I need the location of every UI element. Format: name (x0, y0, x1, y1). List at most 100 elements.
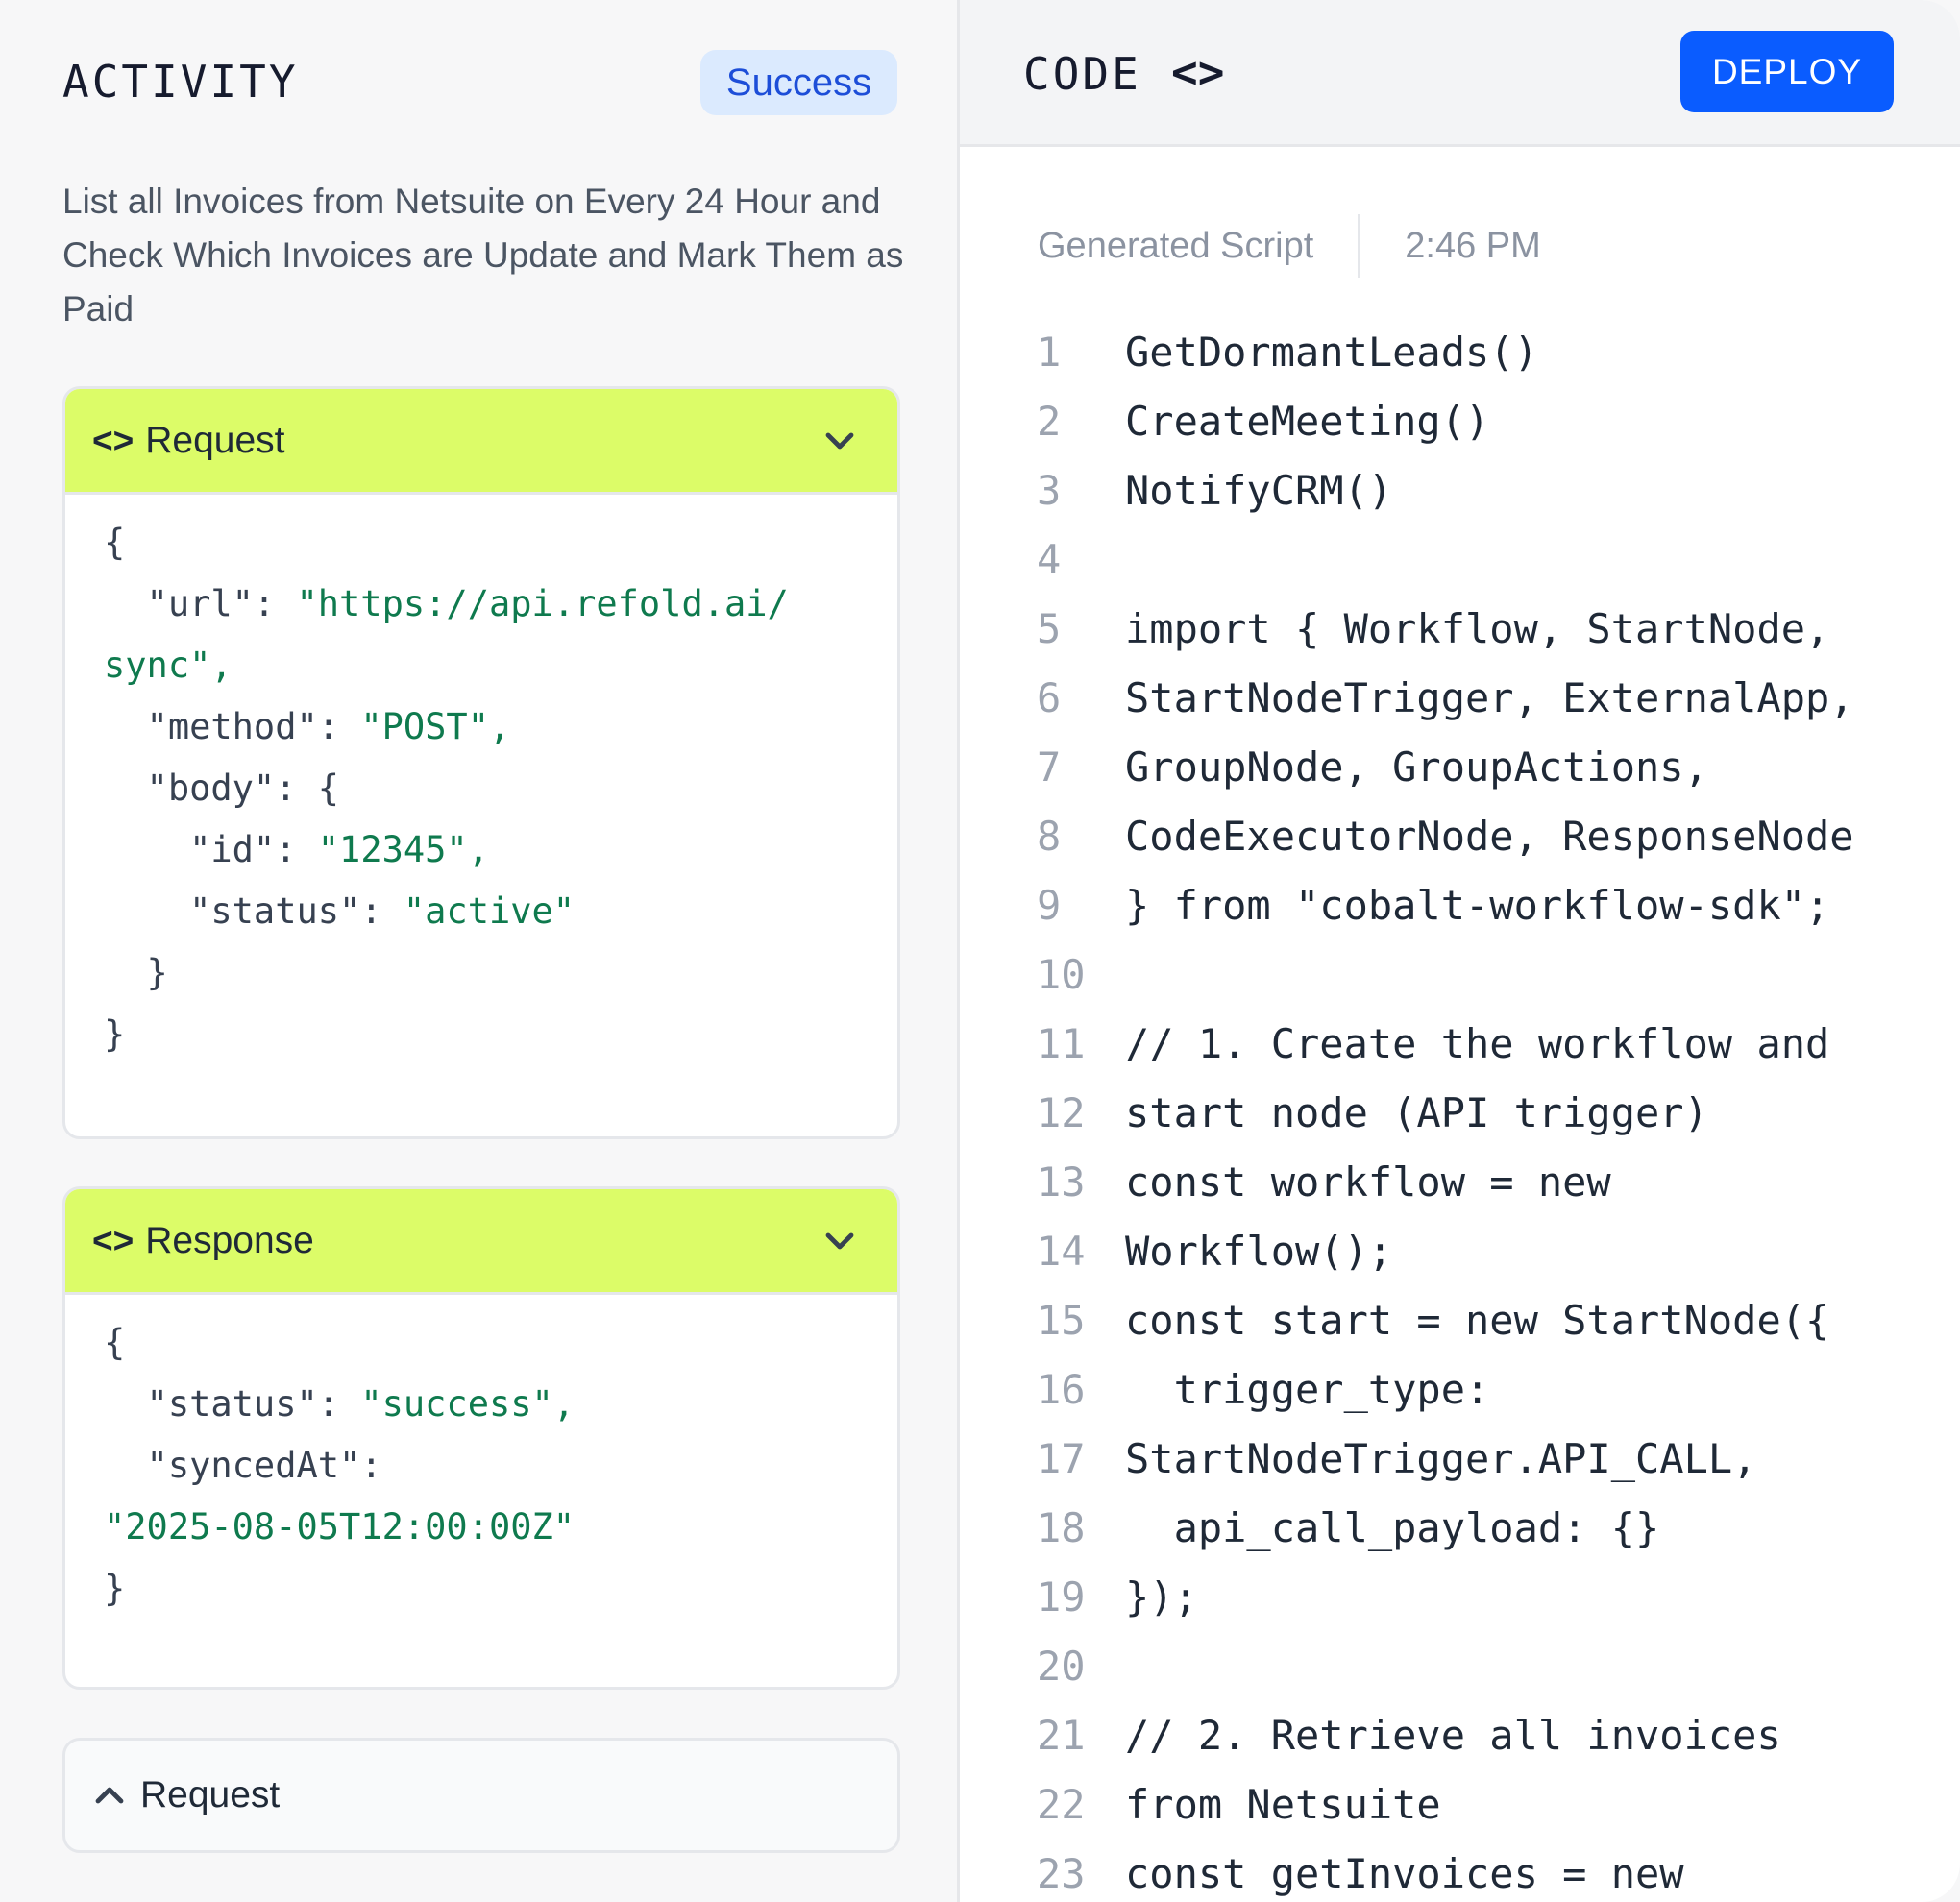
request-card: <> Request { "url": "https://api.refold.… (62, 386, 900, 1139)
code-line: 19}); (1037, 1562, 1854, 1631)
line-content: import { Workflow, StartNode, (1125, 604, 1830, 652)
app-window: ACTIVITY Success List all Invoices from … (0, 0, 1960, 1902)
line-number: 23 (1037, 1849, 1086, 1897)
line-number: 7 (1037, 743, 1062, 791)
code-line: 15 const start = new StartNode({ (1037, 1285, 1854, 1354)
code-line: { (104, 512, 897, 573)
code-panel-header: CODE <> DEPLOY (960, 0, 1960, 147)
code-line: 8 CodeExecutorNode, ResponseNode (1037, 801, 1854, 870)
chevron-down-icon[interactable] (822, 1224, 857, 1258)
code-text: } (104, 1013, 126, 1055)
response-card-header[interactable]: <> Response (65, 1189, 897, 1295)
code-string: "12345", (317, 829, 489, 870)
script-meta: Generated Script 2:46 PM (1038, 214, 1541, 278)
line-number: 2 (1037, 397, 1062, 445)
code-text: "url": (104, 583, 297, 624)
collapsed-request-header[interactable]: Request (65, 1741, 897, 1850)
code-line: "method": "POST", (104, 696, 897, 758)
line-content: Workflow(); (1125, 1227, 1393, 1275)
response-code-body: { "status": "success", "syncedAt": "2025-… (65, 1295, 897, 1620)
line-number: 4 (1037, 535, 1062, 583)
line-content: StartNodeTrigger.API_CALL, (1125, 1434, 1757, 1482)
code-text: } (104, 952, 168, 993)
line-content: // 1. Create the workflow and (1125, 1019, 1830, 1067)
line-content: trigger_type: (1125, 1365, 1490, 1413)
code-text: { (104, 1322, 126, 1363)
line-number: 21 (1037, 1711, 1086, 1759)
code-string: "POST", (360, 706, 511, 747)
code-line: 23 const getInvoices = new (1037, 1839, 1854, 1902)
code-line: sync", (104, 635, 897, 696)
code-text: "body": { (104, 768, 340, 809)
code-line: "status": "active" (104, 881, 897, 942)
line-number: 3 (1037, 466, 1062, 514)
line-number: 1 (1037, 328, 1062, 376)
code-text: "status": (104, 1383, 361, 1425)
line-number: 22 (1037, 1780, 1086, 1828)
request-card-header[interactable]: <> Request (65, 389, 897, 495)
line-number: 17 (1037, 1434, 1086, 1482)
line-content: start node (API trigger) (1125, 1088, 1708, 1136)
code-line: 5 import { Workflow, StartNode, (1037, 594, 1854, 663)
code-line: 16 trigger_type: (1037, 1354, 1854, 1424)
code-text: "method": (104, 706, 361, 747)
code-line: 1 GetDormantLeads() (1037, 317, 1854, 386)
chevron-up-icon (95, 1787, 124, 1804)
line-content: const getInvoices = new (1125, 1849, 1684, 1897)
code-string: "2025-08-05T12:00:00Z" (104, 1506, 576, 1548)
code-editor[interactable]: 1 GetDormantLeads() 2 CreateMeeting() 3 Notif… (1037, 317, 1854, 1902)
line-content: StartNodeTrigger, ExternalApp, (1125, 673, 1854, 721)
code-string: "active" (403, 890, 576, 932)
code-line: 20 (1037, 1631, 1854, 1700)
activity-description: List all Invoices from Netsuite on Every… (62, 182, 904, 329)
code-line: "syncedAt": (104, 1435, 897, 1497)
chevron-down-icon[interactable] (822, 424, 857, 458)
line-content: NotifyCRM() (1125, 466, 1393, 514)
line-content: const workflow = new (1125, 1158, 1611, 1206)
code-string: sync", (104, 645, 233, 686)
code-line: 2 CreateMeeting() (1037, 386, 1854, 455)
code-line: } (104, 1558, 897, 1620)
code-line: 14 Workflow(); (1037, 1216, 1854, 1285)
code-line: "2025-08-05T12:00:00Z" (104, 1497, 897, 1558)
response-card: <> Response { "status": "success", "sync… (62, 1186, 900, 1690)
code-brackets-icon: <> (1171, 46, 1225, 98)
line-number: 10 (1037, 950, 1086, 998)
code-line: "url": "https://api.refold.ai/ (104, 573, 897, 635)
code-line: "status": "success", (104, 1374, 897, 1435)
script-time: 2:46 PM (1405, 225, 1541, 266)
code-text: } (104, 1568, 126, 1609)
request-code-body: { "url": "https://api.refold.ai/sync", "… (65, 495, 897, 1065)
request-card-label: Request (145, 419, 285, 461)
code-line: 7 GroupNode, GroupActions, (1037, 732, 1854, 801)
activity-panel: ACTIVITY Success List all Invoices from … (0, 0, 957, 1902)
line-content: GetDormantLeads() (1125, 328, 1538, 376)
code-line: 11 // 1. Create the workflow and (1037, 1009, 1854, 1078)
deploy-button[interactable]: DEPLOY (1680, 31, 1894, 112)
code-line: 17 StartNodeTrigger.API_CALL, (1037, 1424, 1854, 1493)
line-number: 16 (1037, 1365, 1086, 1413)
line-content: // 2. Retrieve all invoices (1125, 1711, 1781, 1759)
activity-title: ACTIVITY (62, 56, 299, 108)
collapsed-request-label: Request (140, 1774, 281, 1816)
line-number: 12 (1037, 1088, 1086, 1136)
line-number: 14 (1037, 1227, 1086, 1275)
code-text: { (104, 522, 126, 563)
code-title: CODE (1023, 48, 1141, 100)
line-number: 13 (1037, 1158, 1086, 1206)
code-text: "syncedAt": (104, 1445, 382, 1486)
line-number: 9 (1037, 881, 1062, 929)
collapsed-request-card[interactable]: Request (62, 1738, 900, 1853)
code-line: 22 from Netsuite (1037, 1769, 1854, 1839)
response-card-label: Response (145, 1219, 314, 1261)
code-line: 10 (1037, 939, 1854, 1009)
line-content: }); (1125, 1573, 1198, 1621)
line-number: 8 (1037, 812, 1062, 860)
meta-separator (1358, 214, 1361, 278)
code-line: "body": { (104, 758, 897, 819)
code-brackets-icon: <> (92, 420, 135, 460)
code-line: 4 (1037, 524, 1854, 594)
code-brackets-icon: <> (92, 1220, 135, 1260)
status-badge: Success (700, 50, 897, 115)
code-line: 18 api_call_payload: {} (1037, 1493, 1854, 1562)
